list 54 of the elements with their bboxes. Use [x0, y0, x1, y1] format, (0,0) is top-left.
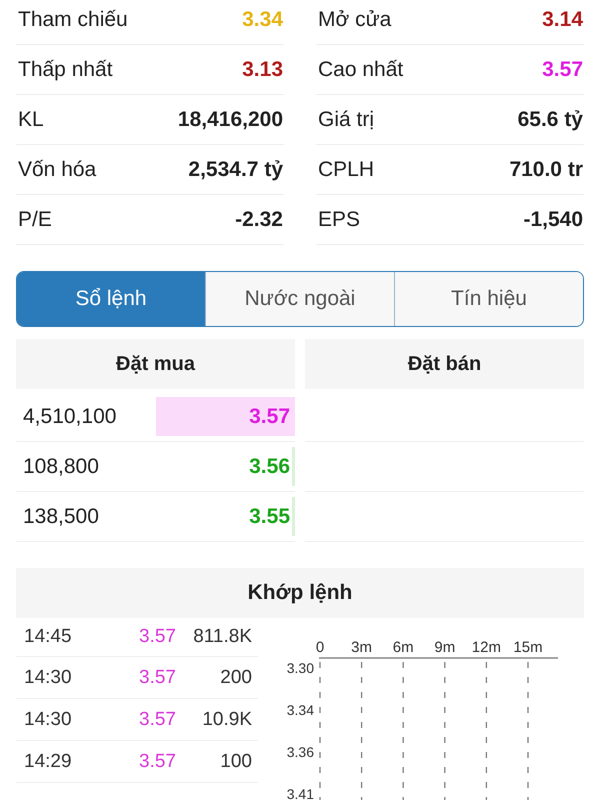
axis-label: 9m [434, 639, 456, 656]
stat-value: -2.32 [235, 208, 283, 232]
tab[interactable]: Nước ngoài [205, 272, 394, 326]
section-header: Khớp lệnh [16, 568, 584, 618]
tab[interactable]: Tín hiệu [394, 272, 583, 326]
stat-label: Cao nhất [318, 58, 404, 82]
axis-label: 3.34 [286, 702, 314, 718]
trade-volume: 200 [219, 666, 252, 688]
stat-label: Giá trị [318, 108, 374, 132]
stat-label: EPS [318, 208, 360, 232]
trade-time: 14:30 [24, 666, 73, 688]
bid-volume: 4,510,100 [22, 404, 116, 428]
bid-price: 3.55 [249, 504, 291, 528]
stat-label: KL [18, 108, 44, 132]
axis-label: 3.30 [286, 660, 314, 676]
axis-label: 3.41 [286, 786, 314, 800]
trade-price: 3.57 [138, 750, 176, 772]
ask-header: Đặt bán [305, 339, 584, 389]
bid-volume: 108,800 [22, 454, 99, 478]
axis-label: 3m [351, 639, 372, 656]
trade-price: 3.57 [138, 626, 176, 648]
stat-value: 2,534.7 tỷ [188, 158, 283, 182]
bid-price: 3.56 [249, 454, 291, 478]
tab[interactable]: Sổ lệnh [17, 272, 205, 326]
stat-value: 710.0 tr [509, 158, 583, 182]
trade-price: 3.57 [138, 666, 176, 688]
axis-label: 3.36 [286, 744, 314, 760]
bid-header: Đặt mua [16, 339, 295, 389]
trade-volume: 100 [219, 750, 252, 772]
trade-price: 3.57 [138, 708, 176, 730]
trade-volume: 811.8K [192, 626, 252, 648]
axis-label: 12m [472, 639, 501, 656]
trade-volume: 10.9K [201, 708, 252, 730]
trade-time: 14:29 [24, 750, 73, 772]
stat-label: CPLH [318, 158, 374, 182]
stat-label: Thấp nhất [18, 58, 113, 82]
stat-label: Vốn hóa [18, 158, 96, 182]
stat-value: 18,416,200 [178, 108, 283, 132]
stat-value: 3.34 [242, 8, 283, 32]
stat-value: 3.14 [542, 8, 583, 32]
axis-label: 0 [316, 639, 324, 656]
trade-time: 14:45 [24, 626, 73, 648]
stat-label: Mở cửa [318, 8, 392, 32]
bid-price: 3.57 [249, 404, 291, 428]
stat-value: 65.6 tỷ [518, 108, 583, 132]
trade-time: 14:30 [24, 708, 73, 730]
stat-value: 3.57 [542, 58, 583, 82]
stat-value: 3.13 [242, 58, 283, 82]
axis-label: 6m [392, 639, 414, 656]
axis-label: 15m [513, 639, 543, 656]
bid-volume: 138,500 [22, 504, 99, 528]
stat-value: -1,540 [523, 208, 583, 232]
stat-label: Tham chiếu [18, 8, 128, 32]
stat-label: P/E [18, 208, 52, 232]
